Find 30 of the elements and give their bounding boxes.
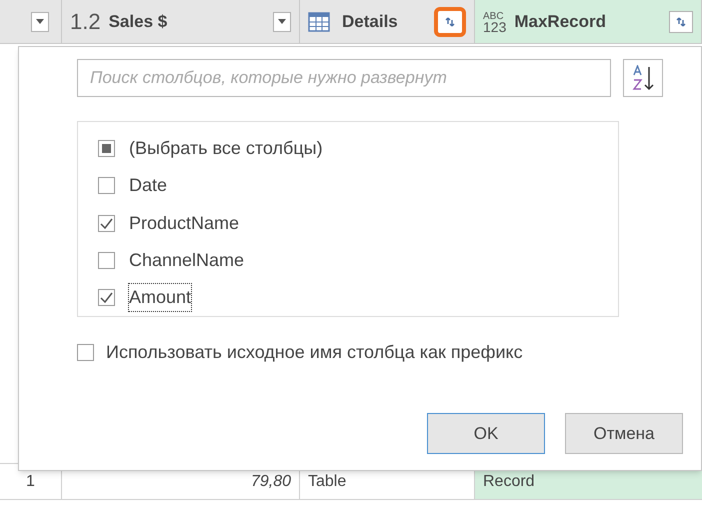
dropdown-button[interactable] <box>31 12 49 32</box>
column-option[interactable]: ChannelName <box>129 246 244 274</box>
checkbox[interactable] <box>98 177 115 194</box>
column-name: MaxRecord <box>514 10 607 33</box>
checkbox[interactable] <box>98 252 115 269</box>
checkbox[interactable] <box>98 214 115 232</box>
type-label: ABC <box>483 10 505 22</box>
column-option[interactable]: (Выбрать все столбцы) <box>129 135 323 162</box>
ok-button[interactable]: OK <box>427 413 545 454</box>
checkbox[interactable] <box>98 288 115 306</box>
expand-button[interactable] <box>434 6 466 36</box>
prefix-option-label[interactable]: Использовать исходное имя столбца как префикс <box>106 339 523 366</box>
caret-icon <box>36 19 44 24</box>
column-option[interactable]: ProductName <box>129 210 240 236</box>
checkbox[interactable] <box>98 140 115 158</box>
type-label: 123 <box>483 22 506 32</box>
column-option[interactable]: Date <box>129 172 168 200</box>
cancel-button[interactable]: Отмена <box>565 413 683 454</box>
column-name: Details <box>342 10 399 33</box>
caret-icon <box>278 19 286 24</box>
sort-icon <box>631 65 655 91</box>
checkbox[interactable] <box>77 344 94 361</box>
column-option[interactable]: Amount <box>129 284 192 311</box>
column-name: Sales $ <box>108 10 168 33</box>
expand-button[interactable] <box>669 10 693 32</box>
search-field[interactable]: Поиск столбцов, которые нужно развернут <box>77 59 611 97</box>
table-icon <box>308 12 330 32</box>
sort-button[interactable] <box>623 59 663 97</box>
type-label: 1.2 <box>70 8 101 36</box>
dropdown-button[interactable] <box>273 12 291 32</box>
